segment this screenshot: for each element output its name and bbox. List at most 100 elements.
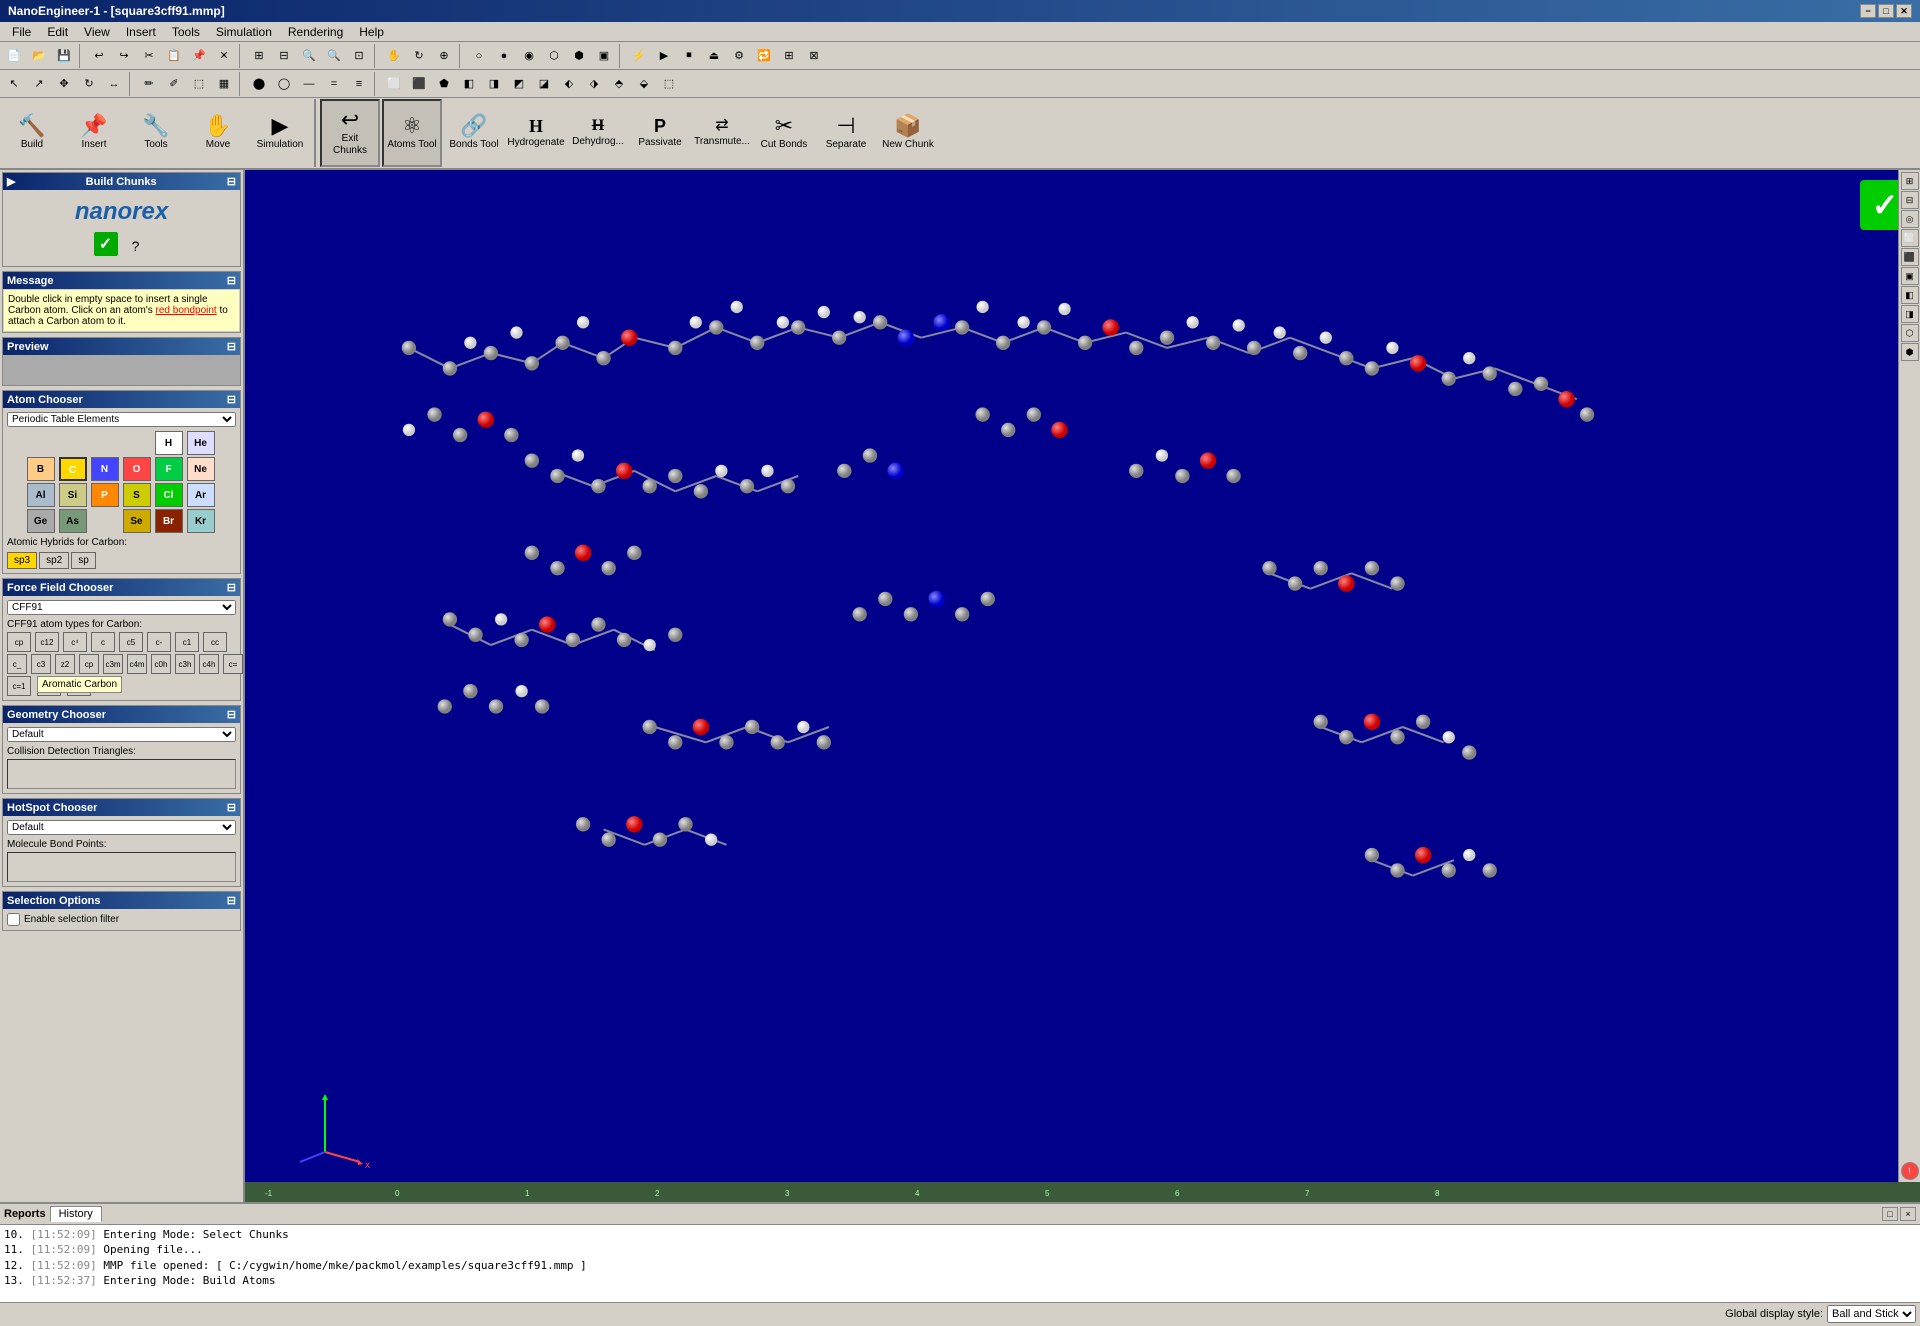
tb-display2[interactable]: ● bbox=[492, 44, 516, 68]
tb2-bond1[interactable]: — bbox=[297, 72, 321, 96]
tb2-select[interactable]: ↖ bbox=[2, 72, 26, 96]
tb2-layer6[interactable]: ◩ bbox=[507, 72, 531, 96]
tb2-scale[interactable]: ↔ bbox=[102, 72, 126, 96]
ff-z2[interactable]: z2 bbox=[55, 654, 75, 674]
selection-options-header[interactable]: Selection Options ⊟ bbox=[3, 892, 240, 909]
tb2-atom1[interactable]: ⬤ bbox=[247, 72, 271, 96]
ff-c4h[interactable]: c4h bbox=[199, 654, 219, 674]
confirm-icon[interactable]: ✓ bbox=[94, 232, 118, 256]
exit-chunks-button[interactable]: ↩ Exit Chunks bbox=[320, 99, 380, 167]
tb2-sketch2[interactable]: ✐ bbox=[162, 72, 186, 96]
menu-tools[interactable]: Tools bbox=[164, 23, 208, 41]
tb2-layer12[interactable]: ⬚ bbox=[657, 72, 681, 96]
tb-desel[interactable]: ⊟ bbox=[272, 44, 296, 68]
preview-header[interactable]: Preview ⊟ bbox=[3, 338, 240, 355]
tb2-layer10[interactable]: ⬘ bbox=[607, 72, 631, 96]
tb2-layer2[interactable]: ⬛ bbox=[407, 72, 431, 96]
tb-sim2[interactable]: ▶ bbox=[652, 44, 676, 68]
mini-btn-9[interactable]: ⬡ bbox=[1901, 324, 1919, 342]
tb2-atom2[interactable]: ◯ bbox=[272, 72, 296, 96]
elem-Cl[interactable]: Cl bbox=[155, 483, 183, 507]
close-button[interactable]: ✕ bbox=[1896, 4, 1912, 18]
atom-chooser-header[interactable]: Atom Chooser ⊟ bbox=[3, 391, 240, 408]
elem-As[interactable]: As bbox=[59, 509, 87, 533]
cut-bonds-button[interactable]: ✂ Cut Bonds bbox=[754, 99, 814, 167]
ff-ct[interactable]: ct bbox=[67, 676, 91, 696]
tb-sim8[interactable]: ⊠ bbox=[802, 44, 826, 68]
tb2-bond3[interactable]: ≡ bbox=[347, 72, 371, 96]
tb-display5[interactable]: ⬢ bbox=[567, 44, 591, 68]
tb-zoom-in[interactable]: 🔍 bbox=[297, 44, 321, 68]
tb2-layer5[interactable]: ◨ bbox=[482, 72, 506, 96]
tb-copy[interactable]: 📋 bbox=[162, 44, 186, 68]
dehydrogenate-button[interactable]: H Dehydrog... bbox=[568, 99, 628, 167]
elem-F[interactable]: F bbox=[155, 457, 183, 481]
tb-pan[interactable]: ✋ bbox=[382, 44, 406, 68]
tb-delete[interactable]: ✕ bbox=[212, 44, 236, 68]
tb-undo[interactable]: ↩ bbox=[87, 44, 111, 68]
elem-Ar[interactable]: Ar bbox=[187, 483, 215, 507]
mini-btn-2[interactable]: ⊟ bbox=[1901, 191, 1919, 209]
elem-Se[interactable]: Se bbox=[123, 509, 151, 533]
geometry-dropdown[interactable]: Default bbox=[7, 727, 236, 742]
tb-display3[interactable]: ◉ bbox=[517, 44, 541, 68]
elem-Br[interactable]: Br bbox=[155, 509, 183, 533]
mini-btn-7[interactable]: ◧ bbox=[1901, 286, 1919, 304]
ff-c[interactable]: c bbox=[91, 632, 115, 652]
elem-B[interactable]: B bbox=[27, 457, 55, 481]
passivate-button[interactable]: P Passivate bbox=[630, 99, 690, 167]
tb2-move[interactable]: ✥ bbox=[52, 72, 76, 96]
atoms-tool-button[interactable]: ⚛ Atoms Tool bbox=[382, 99, 442, 167]
ff-c1[interactable]: c1 bbox=[175, 632, 199, 652]
elem-Al[interactable]: Al bbox=[27, 483, 55, 507]
insert-button[interactable]: 📌 Insert bbox=[64, 99, 124, 167]
tb2-layer7[interactable]: ◪ bbox=[532, 72, 556, 96]
ff-c12[interactable]: c12 bbox=[35, 632, 59, 652]
tb2-layer8[interactable]: ⬖ bbox=[557, 72, 581, 96]
ff-c3[interactable]: c3 bbox=[31, 654, 51, 674]
tb2-bond2[interactable]: = bbox=[322, 72, 346, 96]
build-button[interactable]: 🔨 Build bbox=[2, 99, 62, 167]
tb-redo[interactable]: ↪ bbox=[112, 44, 136, 68]
tb2-select2[interactable]: ↗ bbox=[27, 72, 51, 96]
elem-O[interactable]: O bbox=[123, 457, 151, 481]
ff-c3h[interactable]: c3h bbox=[175, 654, 195, 674]
simulation-button[interactable]: ▶ Simulation bbox=[250, 99, 310, 167]
mini-btn-6[interactable]: ▣ bbox=[1901, 267, 1919, 285]
menu-rendering[interactable]: Rendering bbox=[280, 23, 351, 41]
tb-save[interactable]: 💾 bbox=[52, 44, 76, 68]
hotspot-chooser-header[interactable]: HotSpot Chooser ⊟ bbox=[3, 799, 240, 816]
elem-Kr[interactable]: Kr bbox=[187, 509, 215, 533]
display-style-select[interactable]: Tubes Ball and Stick CPK Lines DNA Cylin… bbox=[1827, 1305, 1916, 1323]
ff-c5[interactable]: c5 bbox=[119, 632, 143, 652]
ff-cp[interactable]: cp bbox=[7, 632, 31, 652]
ff-cc[interactable]: cc bbox=[203, 632, 227, 652]
tb-sim1[interactable]: ⚡ bbox=[627, 44, 651, 68]
tb-display6[interactable]: ▣ bbox=[592, 44, 616, 68]
tb-fit[interactable]: ⊡ bbox=[347, 44, 371, 68]
tb2-layer3[interactable]: ⬟ bbox=[432, 72, 456, 96]
tb-sim6[interactable]: 🔁 bbox=[752, 44, 776, 68]
enable-filter-checkbox[interactable] bbox=[7, 913, 20, 926]
tb-sim7[interactable]: ⊞ bbox=[777, 44, 801, 68]
menu-edit[interactable]: Edit bbox=[39, 23, 76, 41]
mini-btn-10[interactable]: ⬢ bbox=[1901, 343, 1919, 361]
message-header[interactable]: Message ⊟ bbox=[3, 272, 240, 289]
menu-simulation[interactable]: Simulation bbox=[208, 23, 280, 41]
mini-btn-5[interactable]: ⬛ bbox=[1901, 248, 1919, 266]
move-button[interactable]: ✋ Move bbox=[188, 99, 248, 167]
ff-c4[interactable]: c⁴ bbox=[63, 632, 87, 652]
mini-btn-3[interactable]: ◎ bbox=[1901, 210, 1919, 228]
menu-help[interactable]: Help bbox=[351, 23, 392, 41]
ff-c_[interactable]: c_ bbox=[7, 654, 27, 674]
tb2-rotate2[interactable]: ↻ bbox=[77, 72, 101, 96]
ff-c4m[interactable]: c4m bbox=[127, 654, 147, 674]
separate-button[interactable]: ⊣ Separate bbox=[816, 99, 876, 167]
help-icon[interactable]: ? bbox=[122, 232, 150, 260]
elem-Si[interactable]: Si bbox=[59, 483, 87, 507]
menu-view[interactable]: View bbox=[76, 23, 118, 41]
hydrogenate-button[interactable]: H Hydrogenate bbox=[506, 99, 566, 167]
tb-open[interactable]: 📂 bbox=[27, 44, 51, 68]
bonds-tool-button[interactable]: 🔗 Bonds Tool bbox=[444, 99, 504, 167]
tb2-sketch4[interactable]: ▦ bbox=[212, 72, 236, 96]
